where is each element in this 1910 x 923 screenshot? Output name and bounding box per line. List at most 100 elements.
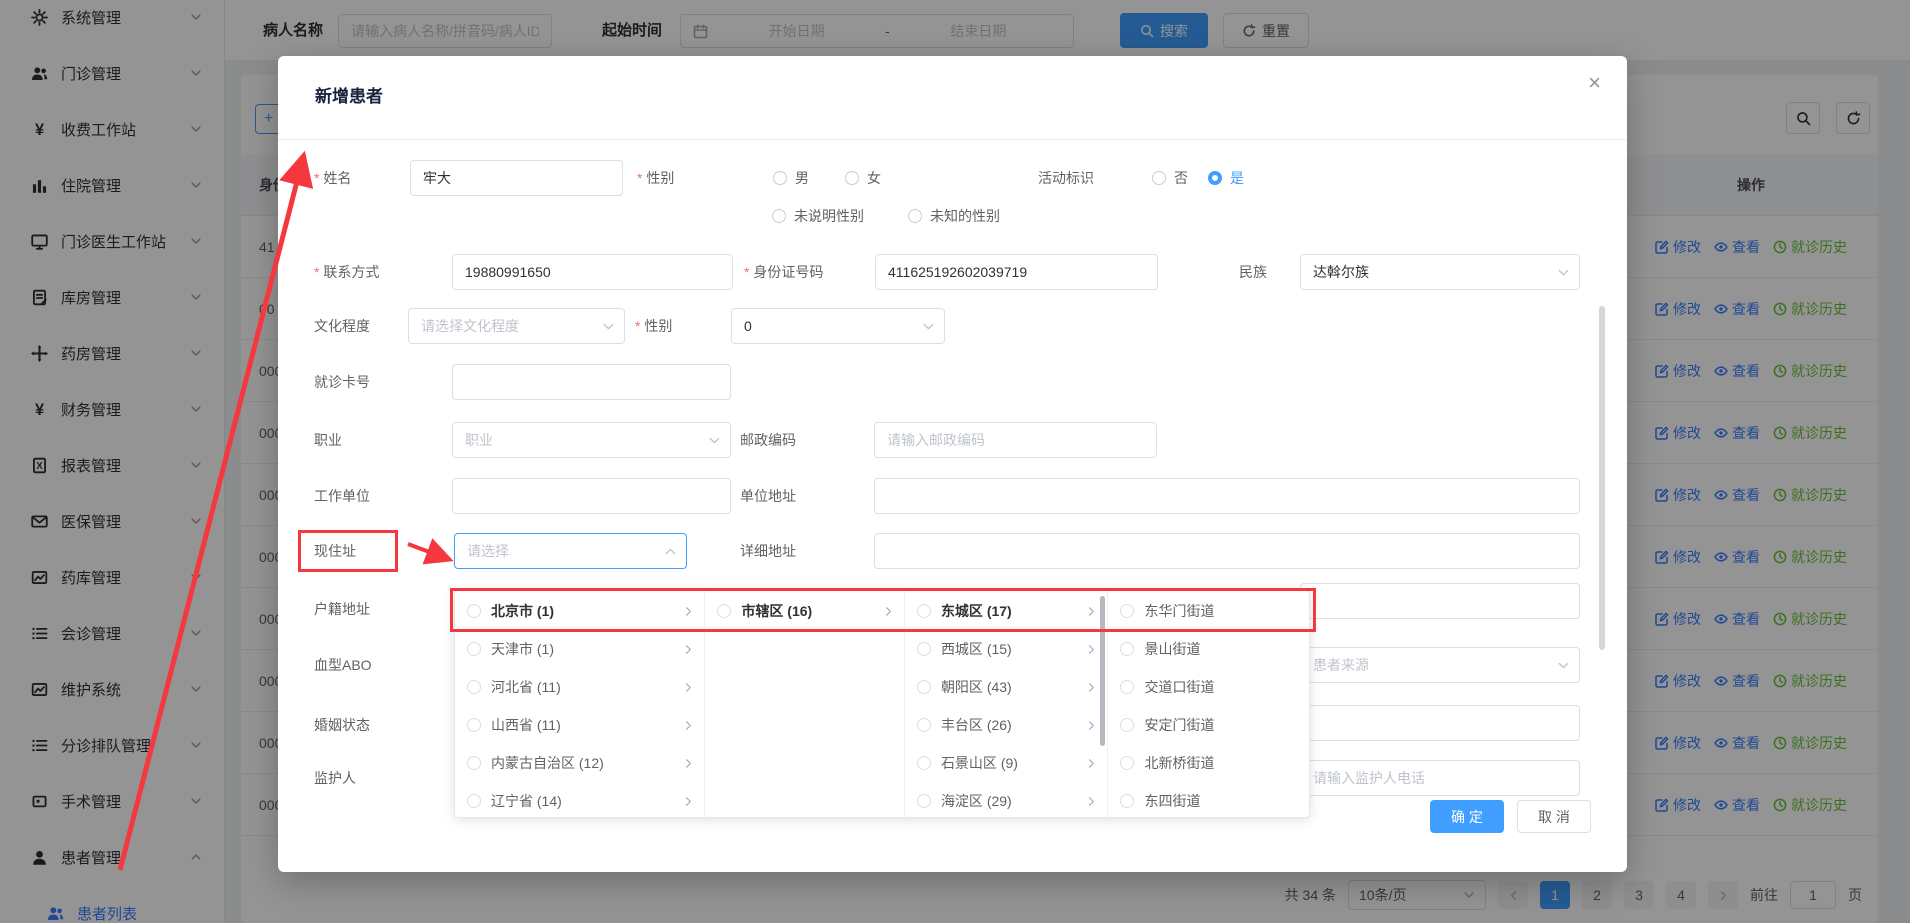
guardian-label: 监护人 [314,760,356,796]
radio-icon[interactable] [1120,680,1134,694]
name-input[interactable] [410,160,623,196]
marital-right-input[interactable] [1300,705,1580,741]
id-number-label: 身份证号码 [744,254,823,290]
modal-scrollbar[interactable] [1599,306,1605,650]
radio-icon[interactable] [917,794,931,808]
household-detail-input[interactable] [1300,583,1580,619]
gender-code-select[interactable]: 0 [731,308,945,344]
radio-label: 女 [867,168,881,188]
cascader-option[interactable]: 海淀区 (29) [905,782,1108,817]
cascader-option-label: 辽宁省 (14) [491,791,562,811]
close-icon[interactable]: × [1588,72,1601,94]
cascader-option-label: 东华门街道 [1144,601,1214,621]
radio-label: 未知的性别 [930,206,1000,226]
cascader-option[interactable]: 市辖区 (16) [705,592,904,630]
radio-icon [908,209,922,223]
current-address-cascader-select[interactable]: 请选择 [454,533,687,569]
cascader-option[interactable]: 辽宁省 (14) [455,782,704,817]
name-label: 姓名 [314,160,351,196]
guardian-phone-input[interactable] [1300,760,1580,796]
cascader-option-label: 景山街道 [1144,639,1200,659]
cascader-option[interactable]: 丰台区 (26) [905,706,1108,744]
radio-icon[interactable] [917,680,931,694]
radio-icon [845,171,859,185]
radio-icon[interactable] [467,718,481,732]
cascader-option[interactable]: 天津市 (1) [455,630,704,668]
cascader-option[interactable]: 东四街道 [1108,782,1309,817]
chevron-right-icon [883,606,894,617]
cascader-option[interactable]: 山西省 (11) [455,706,704,744]
chevron-down-icon [922,320,935,333]
work-unit-input[interactable] [452,478,731,514]
cascader-option[interactable]: 北新桥街道 [1108,744,1309,782]
radio-icon[interactable] [1120,794,1134,808]
modal-title: 新增患者 [315,82,383,107]
cascader-option-label: 北新桥街道 [1144,753,1214,773]
gender-label: 性别 [637,160,674,196]
cascader-column: 东城区 (17) 西城区 (15)朝阳区 (43) 丰台区 (26) 石景山区 (9)… [905,591,1109,817]
cascader-option[interactable]: 朝阳区 (43) [905,668,1108,706]
chevron-down-icon [1557,659,1570,672]
cascader-option[interactable]: 石景山区 (9) [905,744,1108,782]
radio-icon[interactable] [467,680,481,694]
radio-icon[interactable] [1120,642,1134,656]
gender-radio-male[interactable]: 男 [773,160,809,196]
radio-icon[interactable] [467,604,481,618]
detail-address-input[interactable] [874,533,1580,569]
cascader-option-label: 北京市 (1) [491,601,554,621]
postal-code-input[interactable] [874,422,1157,458]
cascader-option-label: 东城区 (17) [941,601,1012,621]
gender-radio-unknown[interactable]: 未知的性别 [908,198,1000,234]
active-flag-radio-yes[interactable]: 是 [1208,160,1244,196]
radio-icon[interactable] [467,642,481,656]
radio-icon[interactable] [1120,718,1134,732]
radio-icon[interactable] [917,604,931,618]
address-cascader-panel: 北京市 (1) 天津市 (1)河北省 (11)山西省 (11)内蒙古自治区 (12… [454,590,1310,818]
patient-source-placeholder: 患者来源 [1313,655,1369,675]
radio-icon [773,171,787,185]
radio-icon[interactable] [917,756,931,770]
chevron-right-icon [1086,644,1097,655]
ethnicity-value: 达斡尔族 [1313,262,1369,282]
ethnicity-label: 民族 [1239,254,1267,290]
id-number-input[interactable] [875,254,1158,290]
occupation-select[interactable]: 职业 [452,422,731,458]
active-flag-label: 活动标识 [1038,160,1094,196]
radio-icon[interactable] [917,642,931,656]
cascader-column: 北京市 (1) 天津市 (1)河北省 (11)山西省 (11)内蒙古自治区 (12… [455,591,705,817]
radio-icon[interactable] [717,604,731,618]
chevron-right-icon [683,796,694,807]
contact-input[interactable] [452,254,733,290]
confirm-button[interactable]: 确 定 [1430,800,1504,833]
card-no-input[interactable] [452,364,731,400]
cascader-option[interactable]: 内蒙古自治区 (12) [455,744,704,782]
cascader-option[interactable]: 交道口街道 [1108,668,1309,706]
ethnicity-select[interactable]: 达斡尔族 [1300,254,1580,290]
cascader-option-label: 丰台区 (26) [941,715,1012,735]
card-no-label: 就诊卡号 [314,364,370,400]
gender-radio-female[interactable]: 女 [845,160,881,196]
active-flag-radio-no[interactable]: 否 [1152,160,1188,196]
patient-source-select[interactable]: 患者来源 [1300,647,1580,683]
radio-icon[interactable] [467,794,481,808]
cascader-option[interactable]: 安定门街道 [1108,706,1309,744]
cascader-option[interactable]: 北京市 (1) [455,592,704,630]
cascader-option[interactable]: 东华门街道 [1108,592,1309,630]
unit-address-input[interactable] [874,478,1580,514]
cascader-option[interactable]: 东城区 (17) [905,592,1108,630]
radio-label: 否 [1174,168,1188,188]
education-select[interactable]: 请选择文化程度 [408,308,625,344]
radio-icon[interactable] [467,756,481,770]
scrollbar-thumb[interactable] [1100,596,1105,746]
cascader-option[interactable]: 河北省 (11) [455,668,704,706]
occupation-label: 职业 [314,422,342,458]
chevron-down-icon [602,320,615,333]
cascader-option[interactable]: 景山街道 [1108,630,1309,668]
gender-radio-unstated[interactable]: 未说明性别 [772,198,864,234]
radio-icon[interactable] [1120,756,1134,770]
chevron-down-icon [1557,266,1570,279]
radio-icon[interactable] [917,718,931,732]
radio-icon[interactable] [1120,604,1134,618]
cancel-button[interactable]: 取 消 [1517,800,1591,833]
cascader-option[interactable]: 西城区 (15) [905,630,1108,668]
